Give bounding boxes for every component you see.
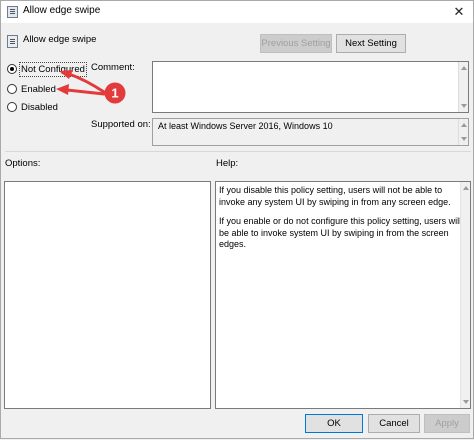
options-label: Options: — [5, 158, 41, 169]
title-bar: Allow edge swipe ✕ — [1, 1, 473, 23]
help-label: Help: — [216, 158, 239, 169]
policy-name: Allow edge swipe — [23, 34, 97, 45]
help-pane: If you disable this policy setting, user… — [215, 181, 471, 409]
comment-field[interactable] — [152, 61, 469, 113]
radio-disabled-circle[interactable] — [7, 102, 17, 112]
divider — [5, 151, 471, 152]
scroll-down-icon[interactable] — [463, 400, 469, 404]
close-icon[interactable]: ✕ — [445, 1, 473, 23]
supported-on-label: Supported on: — [91, 119, 151, 130]
comment-label: Comment: — [91, 62, 135, 73]
arrow-to-not-configured — [67, 72, 106, 94]
previous-setting-button[interactable]: Previous Setting — [260, 34, 332, 53]
help-paragraph: If you enable or do not configure this p… — [219, 216, 462, 249]
radio-not-configured[interactable]: Not Configured — [7, 61, 87, 77]
next-setting-button[interactable]: Next Setting — [336, 34, 406, 53]
policy-setting-icon — [7, 35, 18, 48]
cancel-button[interactable]: Cancel — [368, 414, 420, 433]
supported-on-field: At least Windows Server 2016, Windows 10 — [152, 118, 469, 146]
scroll-up-icon[interactable] — [461, 66, 467, 70]
comment-scrollbar[interactable] — [458, 62, 468, 112]
scroll-down-icon[interactable] — [461, 137, 467, 141]
scroll-up-icon[interactable] — [461, 123, 467, 127]
scroll-up-icon[interactable] — [463, 186, 469, 190]
ok-button[interactable]: OK — [305, 414, 363, 433]
arrow-to-enabled — [65, 88, 106, 96]
options-pane — [4, 181, 211, 409]
arrow-head-icon — [56, 84, 69, 95]
help-scrollbar[interactable] — [460, 182, 470, 408]
radio-enabled-label: Enabled — [21, 83, 56, 95]
step-badge — [104, 82, 126, 104]
radio-disabled[interactable]: Disabled — [7, 100, 58, 114]
scroll-down-icon[interactable] — [461, 104, 467, 108]
radio-disabled-label: Disabled — [21, 101, 58, 113]
radio-not-configured-label: Not Configured — [19, 61, 87, 77]
radio-enabled[interactable]: Enabled — [7, 82, 56, 96]
policy-editor-window: Allow edge swipe ✕ Allow edge swipe Prev… — [0, 0, 474, 439]
apply-button[interactable]: Apply — [424, 414, 470, 433]
supported-on-value: At least Windows Server 2016, Windows 10 — [158, 121, 333, 131]
radio-enabled-circle[interactable] — [7, 84, 17, 94]
help-paragraph: If you disable this policy setting, user… — [219, 185, 451, 207]
policy-icon — [7, 6, 18, 18]
supported-scrollbar[interactable] — [458, 119, 468, 145]
window-title: Allow edge swipe — [23, 5, 101, 16]
radio-not-configured-circle[interactable] — [7, 64, 17, 74]
step-badge-number: 1 — [111, 86, 118, 101]
